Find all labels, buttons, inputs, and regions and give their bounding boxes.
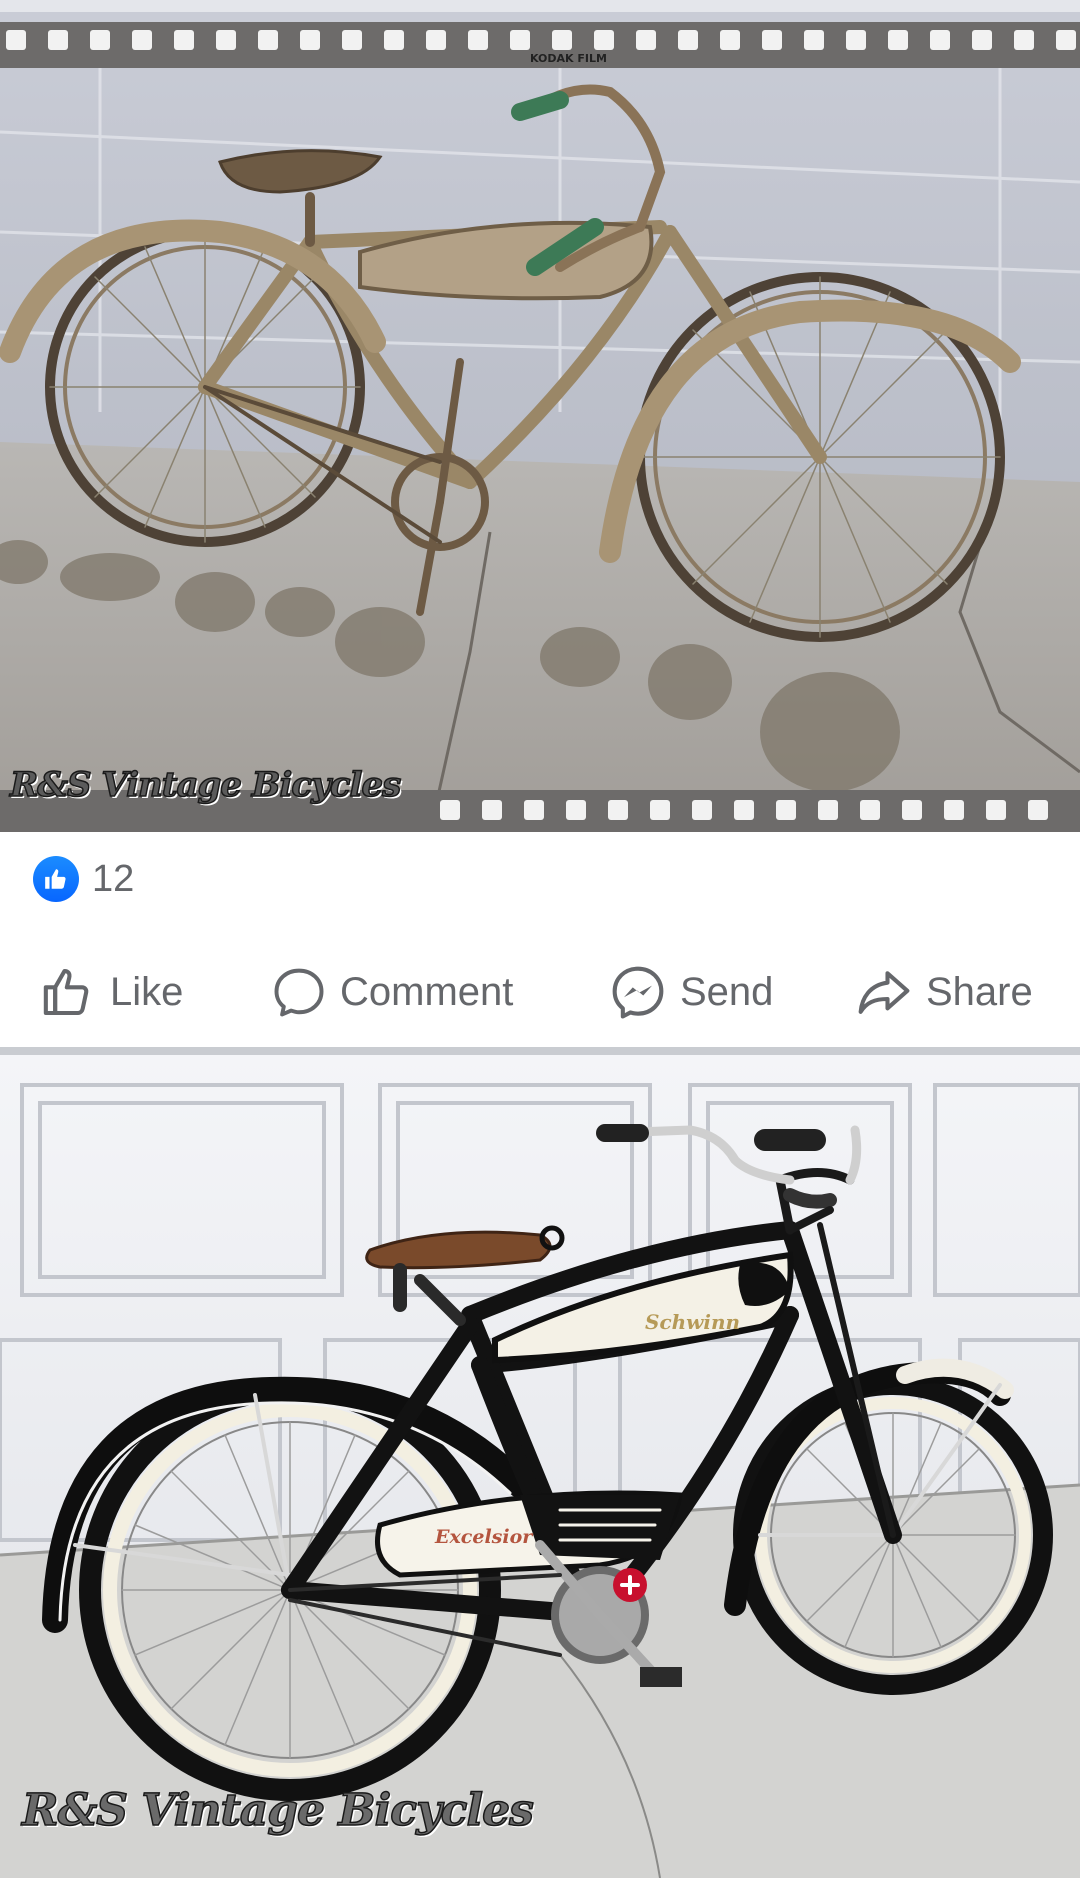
post-actions-bar: Like Comment Send Share	[0, 937, 1080, 1047]
speech-bubble-icon	[274, 968, 324, 1017]
send-label: Send	[680, 969, 774, 1014]
top-separator	[0, 0, 1080, 12]
tank-logo: Schwinn	[645, 1310, 740, 1334]
like-label: Like	[110, 969, 184, 1014]
chain-guard-logo: Excelsior	[434, 1526, 534, 1548]
comment-label: Comment	[340, 969, 514, 1014]
thumbs-up-outline-icon	[43, 968, 89, 1016]
reactions-summary[interactable]: 12	[0, 832, 1080, 937]
photo-watermark: R&S Vintage Bicycles	[21, 1784, 534, 1837]
like-button[interactable]: Like	[40, 957, 183, 1027]
share-button[interactable]: Share	[856, 957, 1033, 1027]
photo-watermark: R&S Vintage Bicycles	[9, 764, 402, 806]
messenger-icon	[612, 966, 664, 1019]
film-edge-text: KODAK FILM	[530, 52, 607, 65]
thumbs-up-icon	[33, 856, 79, 902]
share-label: Share	[926, 969, 1033, 1014]
like-count: 12	[92, 858, 135, 900]
post-photo-restored-bicycle[interactable]: Schwinn Excelsior	[0, 1055, 1080, 1878]
share-arrow-icon	[858, 971, 910, 1014]
send-button[interactable]: Send	[610, 957, 773, 1027]
post-photo-rusty-bicycle[interactable]: KODAK FILM	[0, 12, 1080, 832]
comment-button[interactable]: Comment	[272, 957, 513, 1027]
